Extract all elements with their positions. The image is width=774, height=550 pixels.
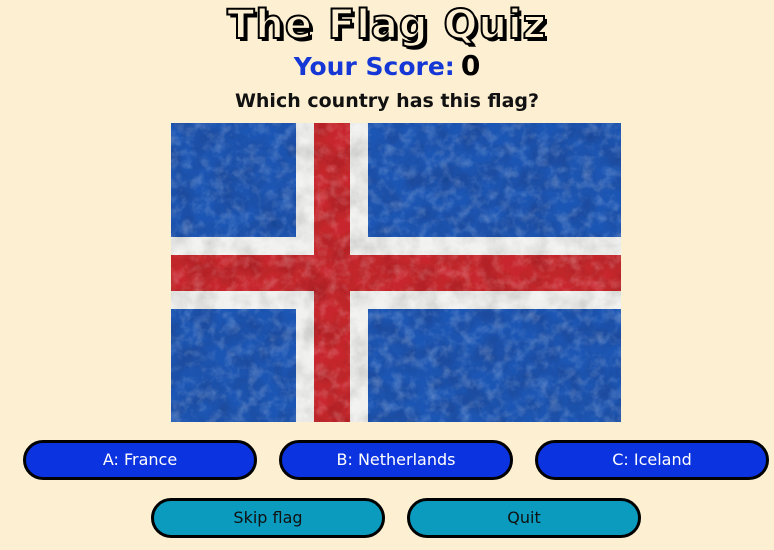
question-text: Which country has this flag?	[234, 90, 540, 112]
page-title: The Flag Quiz	[226, 1, 547, 49]
answer-b-button[interactable]: B: Netherlands	[279, 440, 513, 480]
skip-flag-button[interactable]: Skip flag	[151, 498, 385, 538]
flag-image	[171, 123, 621, 422]
quit-button[interactable]: Quit	[407, 498, 641, 538]
answer-c-button[interactable]: C: Iceland	[535, 440, 769, 480]
score-value: 0	[460, 49, 481, 82]
score-display: Your Score: 0	[0, 50, 774, 83]
answer-a-button[interactable]: A: France	[23, 440, 257, 480]
score-label: Your Score:	[293, 52, 455, 81]
